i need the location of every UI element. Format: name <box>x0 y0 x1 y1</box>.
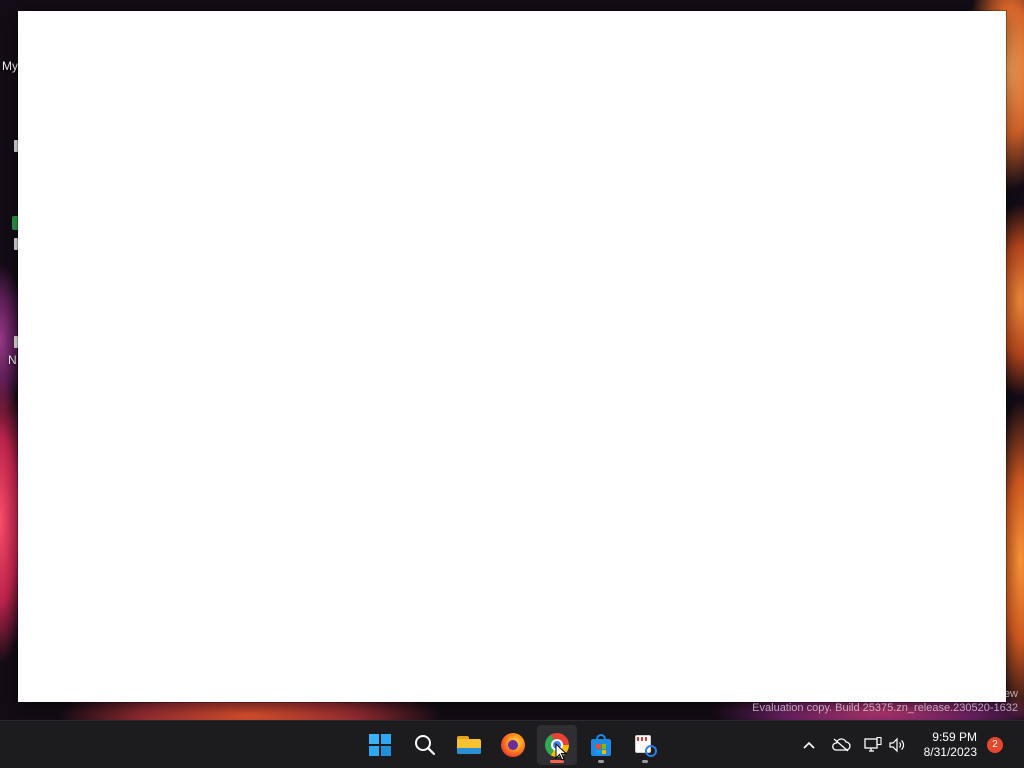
search-button[interactable] <box>405 725 445 765</box>
clock-date: 8/31/2023 <box>923 745 977 759</box>
watermark-line-2: Evaluation copy. Build 25375.zn_release.… <box>752 702 1018 714</box>
show-hidden-icons-button[interactable] <box>798 735 820 755</box>
file-explorer-button[interactable] <box>449 725 489 765</box>
network-icon <box>864 737 882 752</box>
volume-button[interactable] <box>886 735 908 755</box>
running-app-indicator <box>642 760 648 763</box>
clock-button[interactable]: 9:59 PM 8/31/2023 <box>924 730 977 760</box>
speaker-icon <box>889 737 905 753</box>
snipping-tool-icon <box>633 733 657 757</box>
firefox-icon <box>501 733 525 757</box>
watermark-line-1: ew <box>1003 688 1018 700</box>
mouse-cursor-icon <box>555 743 567 761</box>
taskbar: 9:59 PM 8/31/2023 2 <box>0 720 1024 768</box>
running-app-indicator <box>598 760 604 763</box>
start-button[interactable] <box>360 725 400 765</box>
windows-logo-icon <box>369 734 391 756</box>
folder-icon <box>457 736 481 754</box>
blank-app-window[interactable] <box>18 11 1006 702</box>
search-icon <box>415 735 436 756</box>
notification-badge[interactable]: 2 <box>987 737 1003 753</box>
snipping-tool-button[interactable] <box>625 725 665 765</box>
microsoft-store-button[interactable] <box>581 725 621 765</box>
clock-time: 9:59 PM <box>932 730 977 744</box>
desktop-icon-label-my[interactable]: My <box>2 59 18 73</box>
chevron-up-icon <box>803 741 815 749</box>
firefox-button[interactable] <box>493 725 533 765</box>
network-button[interactable] <box>862 735 884 755</box>
cloud-offline-icon <box>832 738 851 752</box>
store-icon <box>590 734 612 756</box>
desktop-icon-label-n[interactable]: N <box>8 353 17 367</box>
onedrive-button[interactable] <box>830 735 852 755</box>
